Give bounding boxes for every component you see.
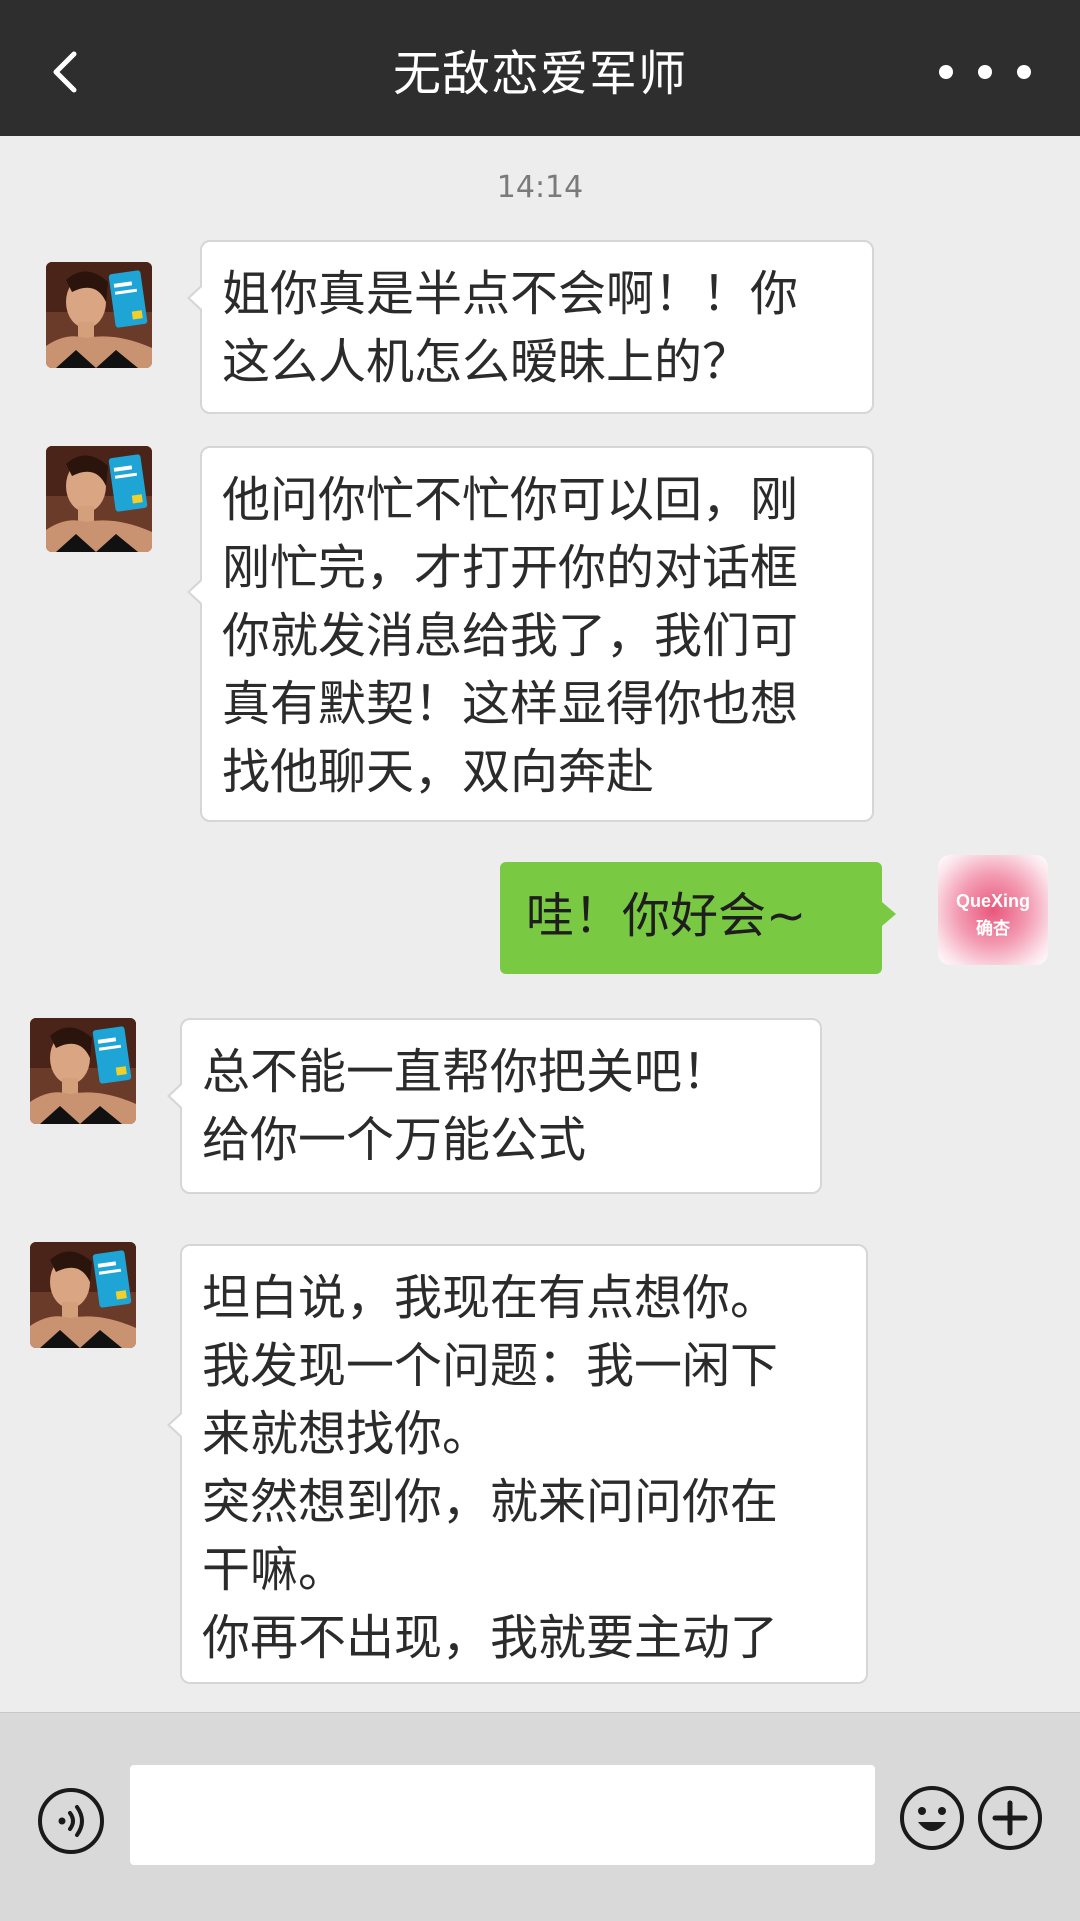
contact-avatar-image: [46, 446, 152, 552]
message-bubble-received: 姐你真是半点不会啊！！你 这么人机怎么暧昧上的？: [187, 240, 874, 414]
more-button[interactable]: [930, 54, 1040, 90]
contact-avatar-image: [46, 262, 152, 368]
my-avatar[interactable]: QueXing 确杏: [938, 855, 1048, 965]
message-bubble-sent: 哇！你好会~: [500, 862, 896, 974]
emoji-button[interactable]: [898, 1784, 966, 1852]
message-bubble-received: 他问你忙不忙你可以回，刚 刚忙完，才打开你的对话框 你就发消息给我了，我们可 真…: [187, 446, 874, 822]
chat-input-bar: [0, 1712, 1080, 1921]
contact-avatar[interactable]: [30, 1242, 136, 1348]
contact-avatar-image: [30, 1242, 136, 1348]
contact-avatar[interactable]: [46, 446, 152, 552]
message-timestamp: 14:14: [496, 170, 584, 205]
message-bubble-received: 坦白说，我现在有点想你。 我发现一个问题：我一闲下 来就想找你。 突然想到你，就…: [167, 1244, 868, 1684]
more-dots-icon: [939, 65, 1031, 79]
plus-icon: [978, 1786, 1042, 1850]
my-avatar-logo-subtext: 确杏: [976, 919, 1010, 939]
emoji-icon: [900, 1786, 964, 1850]
my-avatar-logo-text: QueXing: [955, 891, 1030, 911]
message-bubble-received: 总不能一直帮你把关吧！ 给你一个万能公式: [167, 1018, 822, 1194]
chat-title: 无敌恋爱军师: [392, 46, 687, 102]
contact-avatar-image: [30, 1018, 136, 1124]
voice-button[interactable]: [36, 1786, 106, 1856]
title-bar: 无敌恋爱军师: [0, 0, 1080, 136]
voice-icon: [38, 1788, 104, 1854]
contact-avatar[interactable]: [30, 1018, 136, 1124]
message-input[interactable]: [130, 1765, 875, 1865]
contact-avatar[interactable]: [46, 262, 152, 368]
more-functions-button[interactable]: [976, 1784, 1044, 1852]
